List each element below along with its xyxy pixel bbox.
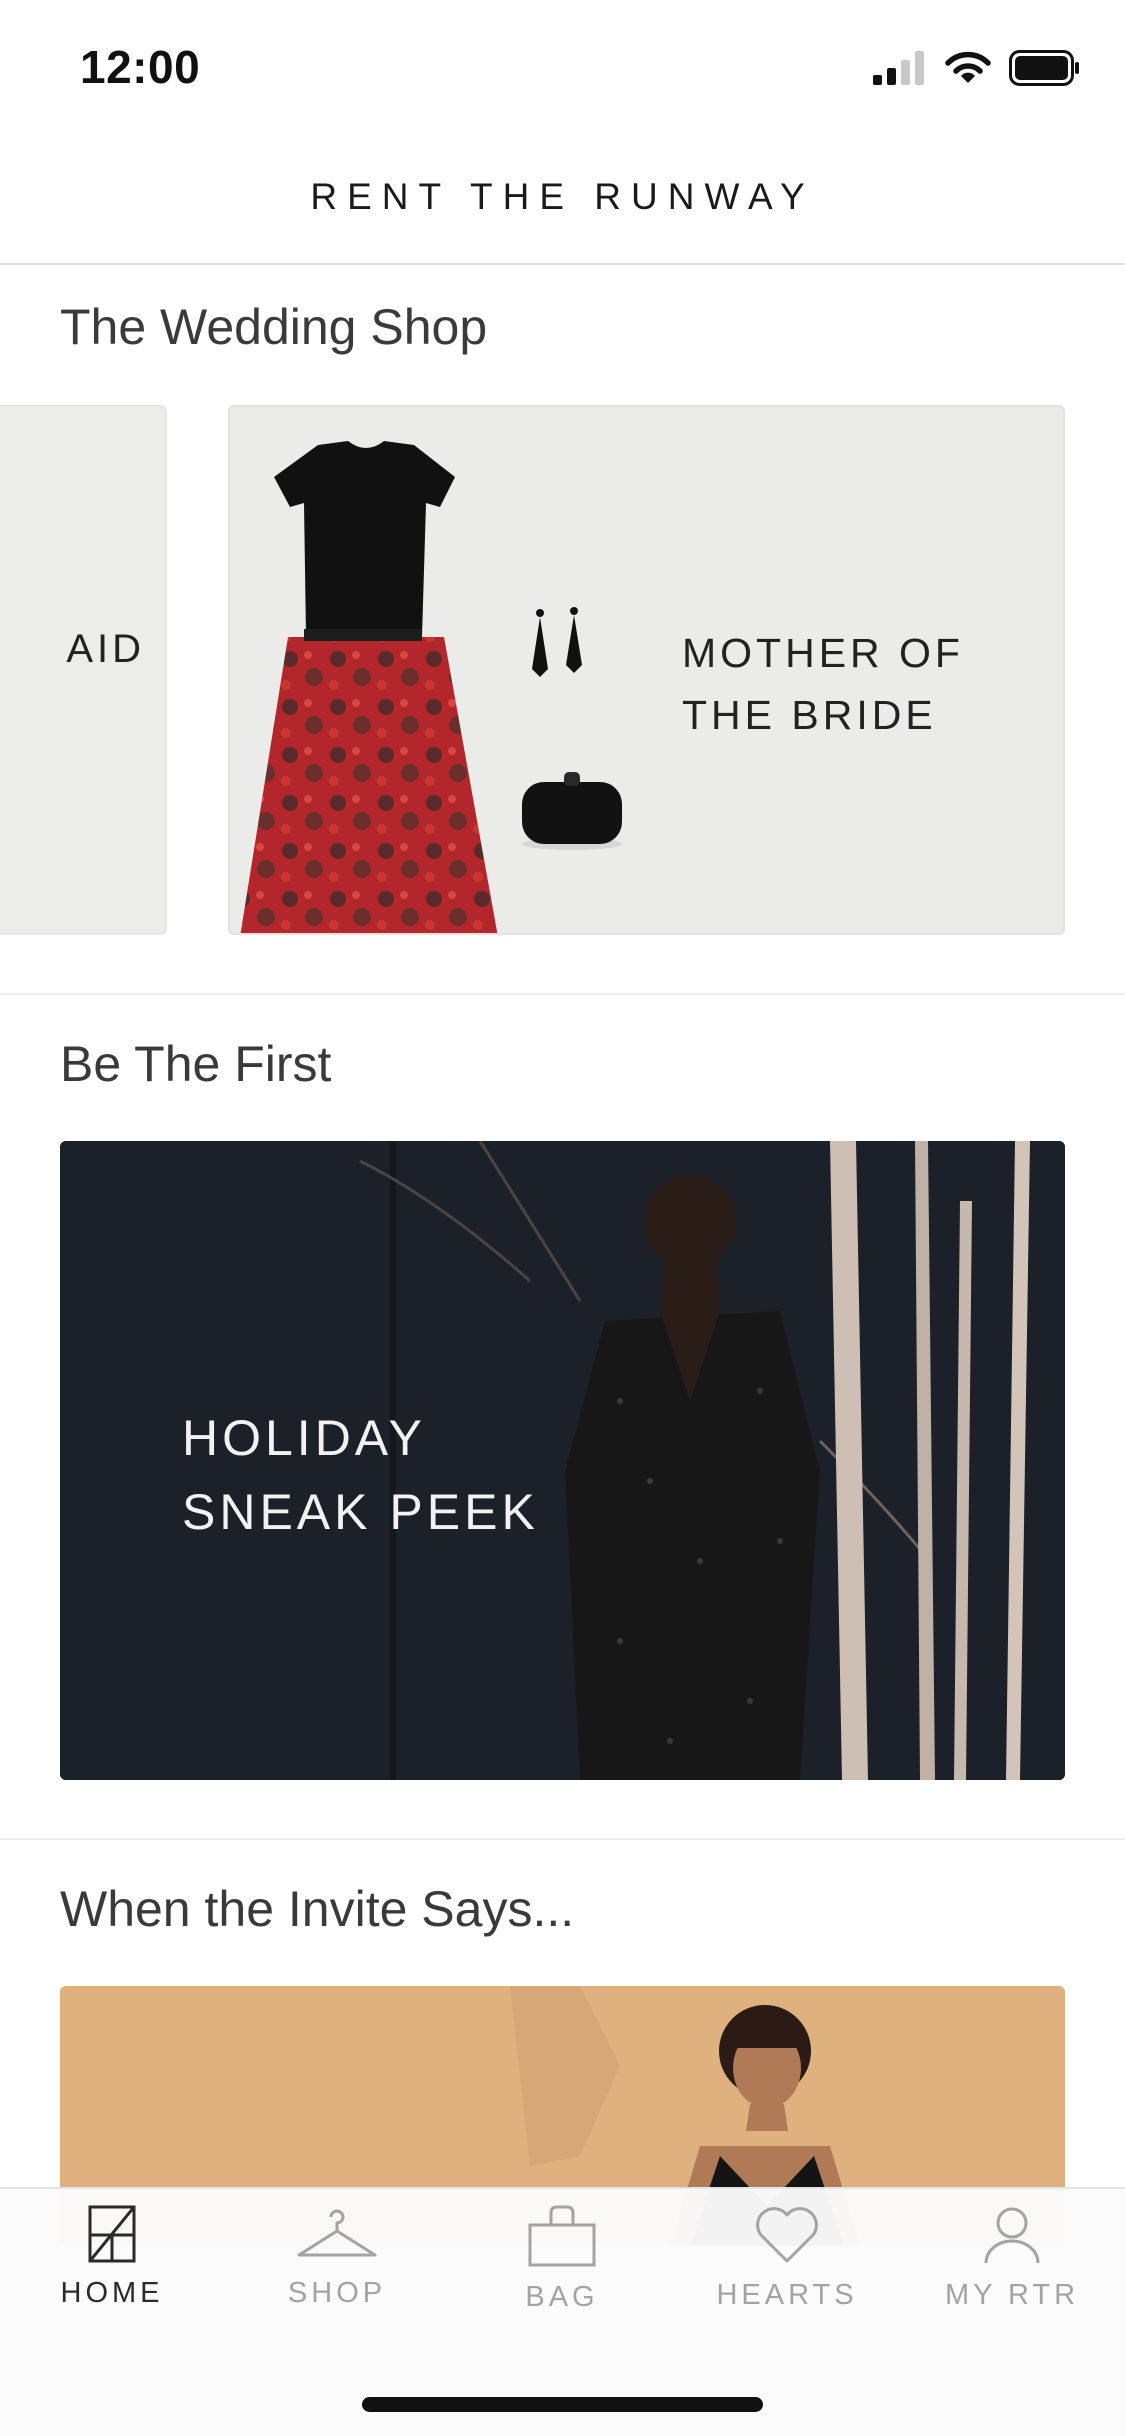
- tab-label: SHOP: [287, 2277, 387, 2309]
- brand-logo[interactable]: RENT THE RUNWAY: [0, 176, 1125, 218]
- section-divider: [0, 1838, 1125, 1840]
- card-label: MOTHER OF THE BRIDE: [682, 622, 964, 746]
- hanger-icon: [295, 2205, 379, 2263]
- cellular-signal-icon: [873, 50, 927, 90]
- heart-icon: [753, 2205, 821, 2265]
- tab-bag[interactable]: BAG: [462, 2205, 662, 2355]
- home-indicator[interactable]: [362, 2397, 763, 2412]
- tab-label: HEARTS: [716, 2279, 858, 2311]
- tab-label: MY RTR: [944, 2279, 1080, 2311]
- card-label-line2: SNEAK PEEK: [182, 1484, 539, 1540]
- section-title-wedding-shop: The Wedding Shop: [60, 299, 488, 355]
- tab-hearts[interactable]: HEARTS: [687, 2205, 887, 2355]
- person-icon: [982, 2205, 1042, 2265]
- section-divider: [0, 993, 1125, 995]
- wedding-card-mother-of-bride[interactable]: MOTHER OF THE BRIDE: [228, 405, 1065, 935]
- app-header: RENT THE RUNWAY: [0, 132, 1125, 265]
- card-label-line1: MOTHER OF: [682, 630, 964, 676]
- tab-shop[interactable]: SHOP: [237, 2205, 437, 2355]
- holiday-sneak-peek-card[interactable]: HOLIDAY SNEAK PEEK: [60, 1141, 1065, 1780]
- section-title-when-the-invite-says: When the Invite Says...: [60, 1881, 575, 1937]
- wifi-icon: [945, 51, 991, 90]
- section-title-be-the-first: Be The First: [60, 1036, 332, 1092]
- status-icons: [873, 49, 1081, 91]
- battery-icon: [1009, 49, 1081, 91]
- clutch-image: [522, 772, 622, 850]
- tab-home[interactable]: HOME: [12, 2205, 212, 2355]
- tab-my-rtr[interactable]: MY RTR: [912, 2205, 1112, 2355]
- status-bar: 12:00: [0, 0, 1125, 132]
- tab-label: BAG: [525, 2281, 599, 2313]
- wedding-card-bridesmaid[interactable]: AID: [0, 405, 167, 935]
- dress-image: [240, 441, 498, 933]
- earrings-image: [532, 607, 582, 677]
- home-icon: [88, 2205, 136, 2263]
- card-label-line1: HOLIDAY: [182, 1410, 426, 1466]
- status-time: 12:00: [80, 41, 201, 93]
- card-label: AID: [66, 627, 145, 671]
- card-label: HOLIDAY SNEAK PEEK: [182, 1401, 539, 1549]
- card-label-line2: THE BRIDE: [682, 692, 937, 738]
- bag-icon: [527, 2205, 597, 2267]
- tab-label: HOME: [60, 2277, 164, 2309]
